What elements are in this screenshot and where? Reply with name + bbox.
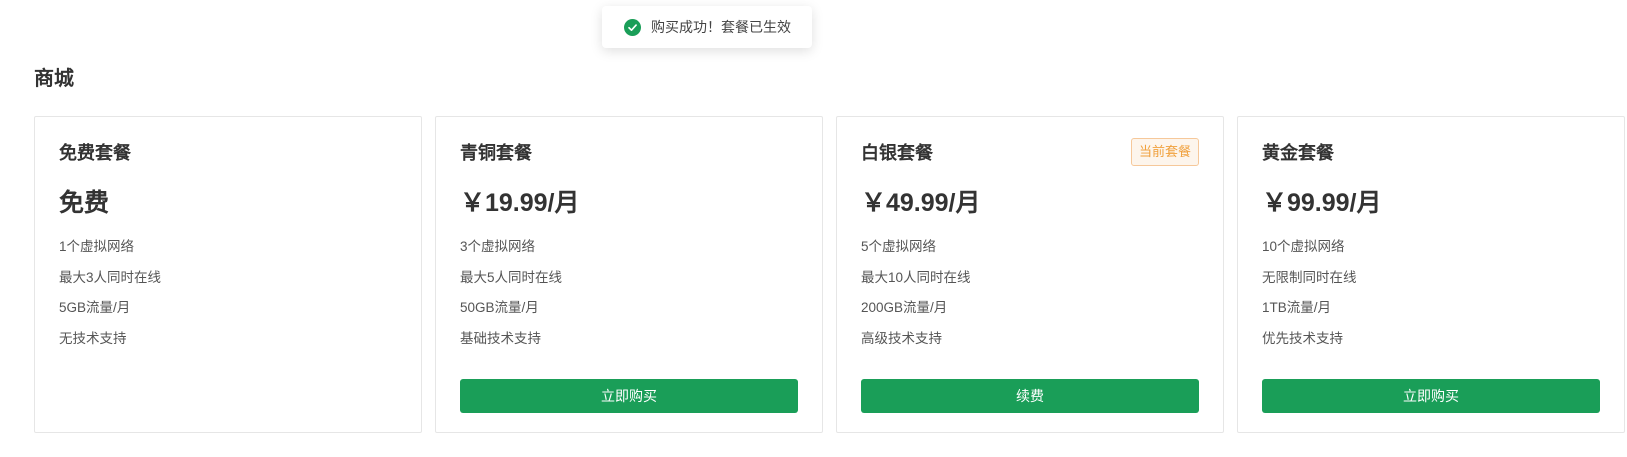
plan-price: ￥99.99/月 [1262, 189, 1382, 217]
feature-item: 高级技术支持 [861, 330, 942, 346]
plan-name: 免费套餐 [59, 143, 131, 163]
plan-card-silver: 白银套餐 当前套餐 ￥49.99/月 5个虚拟网络 最大10人同时在线 200G… [836, 116, 1224, 433]
feature-item: 3个虚拟网络 [460, 239, 536, 254]
feature-item: 5个虚拟网络 [861, 239, 937, 254]
feature-item: 5GB流量/月 [59, 300, 131, 315]
feature-item: 最大5人同时在线 [460, 269, 563, 285]
feature-item: 优先技术支持 [1262, 330, 1343, 346]
feature-list: 1个虚拟网络 最大3人同时在线 5GB流量/月 无技术支持 [59, 238, 161, 360]
plan-card-gold: 黄金套餐 ￥99.99/月 10个虚拟网络 无限制同时在线 1TB流量/月 优先… [1237, 116, 1625, 433]
plan-cards: 免费套餐 免费 1个虚拟网络 最大3人同时在线 5GB流量/月 无技术支持 青铜… [34, 116, 1625, 433]
page-title: 商城 [34, 68, 74, 90]
plan-card-free: 免费套餐 免费 1个虚拟网络 最大3人同时在线 5GB流量/月 无技术支持 [34, 116, 422, 433]
plan-name: 白银套餐 [861, 143, 933, 163]
success-toast: 购买成功！套餐已生效 [602, 6, 812, 48]
renew-button[interactable]: 续费 [861, 379, 1199, 413]
plan-name: 青铜套餐 [460, 143, 532, 163]
buy-now-button[interactable]: 立即购买 [460, 379, 798, 413]
feature-item: 无限制同时在线 [1262, 269, 1357, 285]
current-plan-badge: 当前套餐 [1130, 138, 1199, 166]
plan-name: 黄金套餐 [1262, 143, 1334, 163]
feature-item: 1个虚拟网络 [59, 239, 135, 254]
feature-list: 10个虚拟网络 无限制同时在线 1TB流量/月 优先技术支持 [1262, 238, 1357, 360]
feature-item: 基础技术支持 [460, 330, 541, 346]
feature-item: 10个虚拟网络 [1262, 239, 1345, 254]
plan-price: ￥19.99/月 [460, 189, 580, 217]
feature-item: 无技术支持 [59, 330, 127, 346]
feature-list: 3个虚拟网络 最大5人同时在线 50GB流量/月 基础技术支持 [460, 238, 562, 360]
feature-item: 1TB流量/月 [1262, 300, 1332, 315]
feature-item: 最大10人同时在线 [861, 269, 971, 285]
feature-item: 最大3人同时在线 [59, 269, 162, 285]
plan-price: 免费 [59, 189, 110, 217]
buy-now-button[interactable]: 立即购买 [1262, 379, 1600, 413]
feature-item: 50GB流量/月 [460, 300, 539, 315]
feature-list: 5个虚拟网络 最大10人同时在线 200GB流量/月 高级技术支持 [861, 238, 971, 360]
feature-item: 200GB流量/月 [861, 300, 948, 315]
plan-card-bronze: 青铜套餐 ￥19.99/月 3个虚拟网络 最大5人同时在线 50GB流量/月 基… [435, 116, 823, 433]
plan-price: ￥49.99/月 [861, 189, 981, 217]
check-circle-icon [624, 18, 641, 36]
store-page: 购买成功！套餐已生效 商城 免费套餐 免费 1个虚拟网络 最大3人同时在线 5G… [0, 0, 1627, 457]
toast-message: 购买成功！套餐已生效 [651, 19, 791, 35]
